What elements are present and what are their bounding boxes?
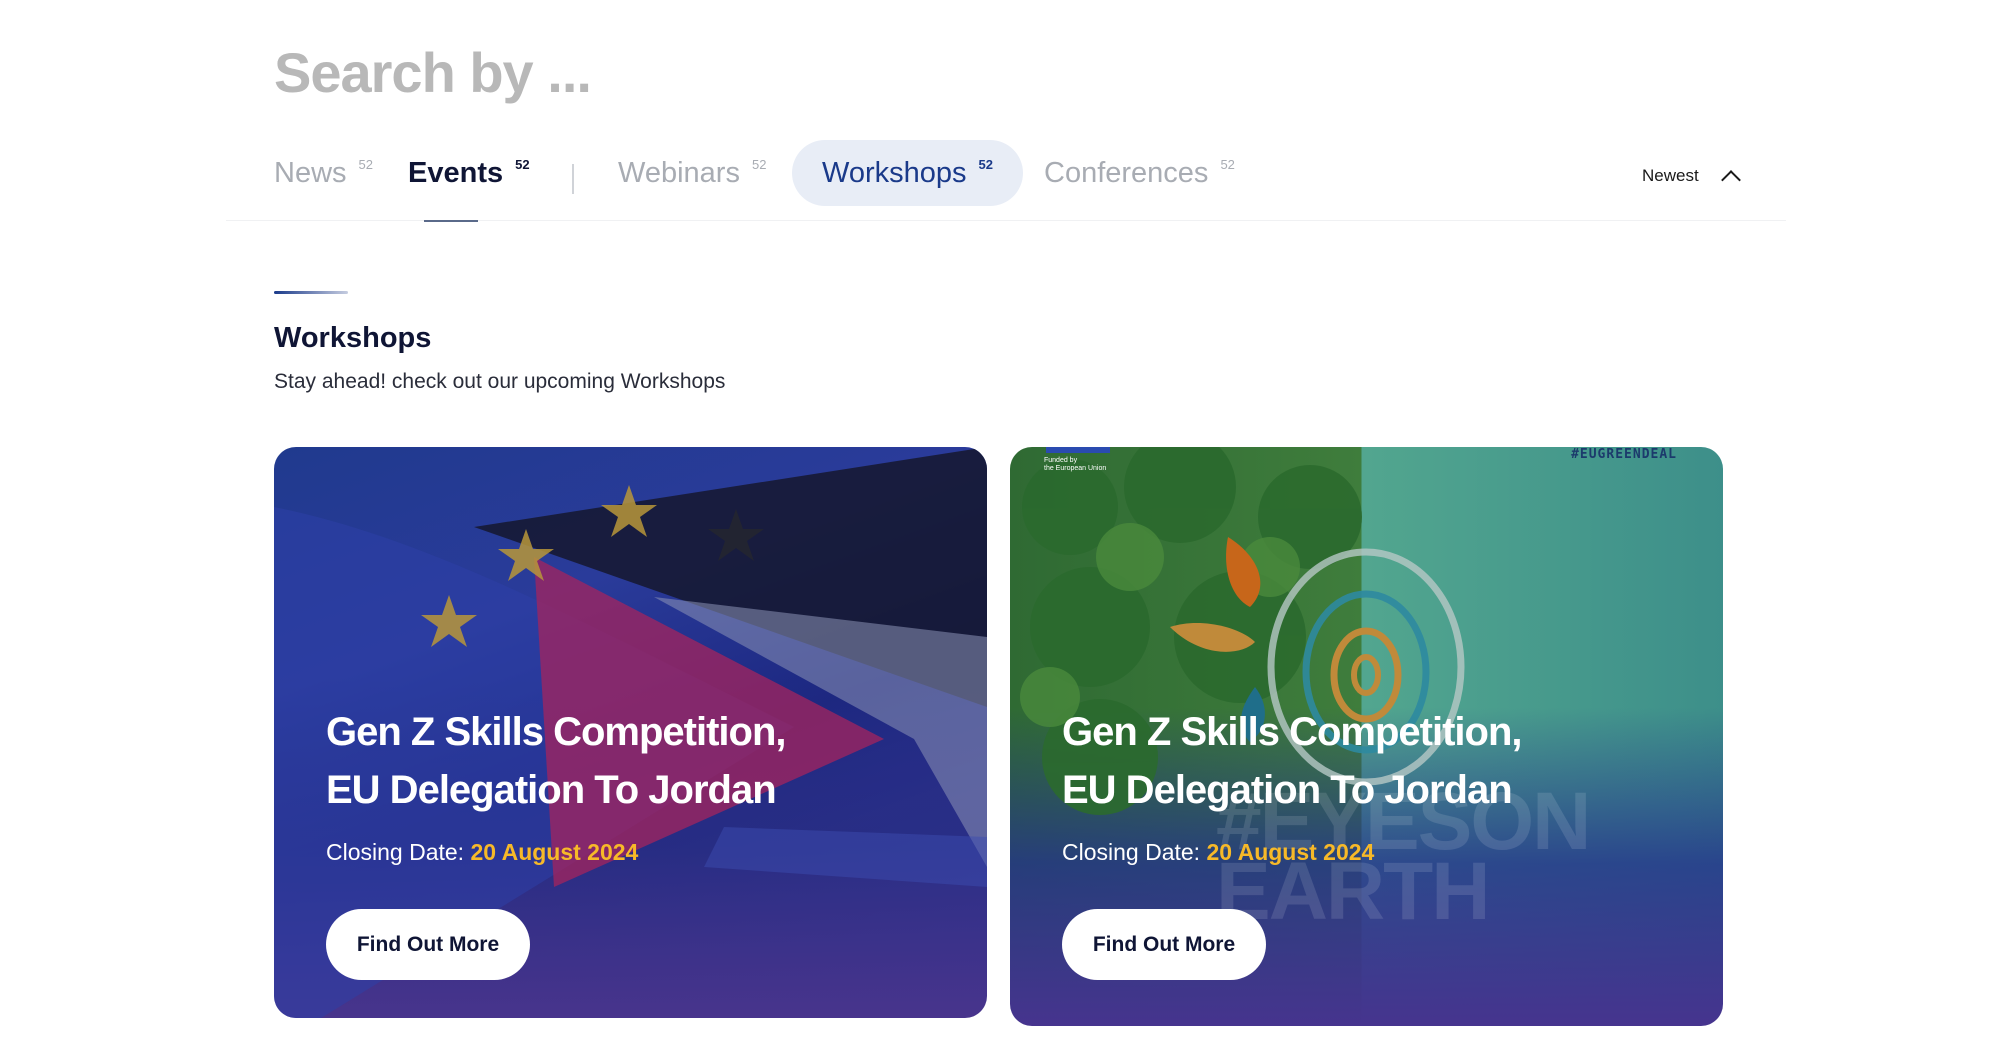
watermark-line: EARTH bbox=[1216, 846, 1490, 937]
tab-workshops[interactable]: Workshops 52 bbox=[792, 140, 1023, 206]
tab-label: Events bbox=[408, 156, 504, 189]
tab-count: 52 bbox=[1220, 156, 1235, 172]
card-title-line: EU Delegation To Jordan bbox=[1062, 768, 1513, 812]
event-card[interactable]: Funded by the European Union #EUGREENDEA… bbox=[1010, 447, 1723, 1026]
active-tab-indicator bbox=[424, 220, 478, 222]
find-out-more-button[interactable]: Find Out More bbox=[326, 909, 530, 980]
closing-date-label: Closing Date: bbox=[1062, 839, 1201, 865]
tab-count: 52 bbox=[358, 156, 373, 172]
tab-webinars[interactable]: Webinars 52 bbox=[618, 140, 766, 206]
eu-funded-label: Funded by the European Union bbox=[1044, 457, 1106, 473]
card-closing-date: Closing Date: 20 August 2024 bbox=[1062, 839, 1374, 866]
hashtag-label: #EUGREENDEAL bbox=[1571, 447, 1677, 462]
closing-date-label: Closing Date: bbox=[326, 839, 465, 865]
tab-label: Workshops bbox=[822, 156, 967, 189]
find-out-more-button[interactable]: Find Out More bbox=[1062, 909, 1266, 980]
sort-dropdown[interactable]: Newest bbox=[1642, 165, 1741, 187]
tab-label: Conferences bbox=[1044, 156, 1209, 189]
funded-line: Funded by bbox=[1044, 457, 1078, 464]
tab-label: News bbox=[274, 156, 347, 189]
funded-line: the European Union bbox=[1044, 465, 1107, 472]
card-title: Gen Z Skills Competition, EU Delegation … bbox=[1062, 703, 1622, 819]
tab-label: Webinars bbox=[618, 156, 740, 189]
chevron-up-icon bbox=[1719, 165, 1741, 187]
closing-date-value: 20 August 2024 bbox=[470, 839, 639, 865]
tab-events[interactable]: Events 52 bbox=[408, 140, 530, 206]
sort-label: Newest bbox=[1642, 166, 1699, 185]
tab-count: 52 bbox=[978, 156, 993, 172]
event-card[interactable]: Gen Z Skills Competition, EU Delegation … bbox=[274, 447, 987, 1018]
card-closing-date: Closing Date: 20 August 2024 bbox=[326, 839, 638, 866]
card-title-line: Gen Z Skills Competition, bbox=[1062, 710, 1523, 754]
card-title-line: Gen Z Skills Competition, bbox=[326, 710, 787, 754]
closing-date-value: 20 August 2024 bbox=[1206, 839, 1375, 865]
card-title-line: EU Delegation To Jordan bbox=[326, 768, 777, 812]
section-title: Workshops bbox=[274, 322, 432, 354]
section-accent-line bbox=[274, 291, 348, 294]
section-subtitle: Stay ahead! check out our upcoming Works… bbox=[274, 370, 726, 393]
tab-count: 52 bbox=[515, 156, 530, 172]
tab-count: 52 bbox=[751, 156, 767, 172]
card-title: Gen Z Skills Competition, EU Delegation … bbox=[326, 703, 886, 819]
tab-conferences[interactable]: Conferences 52 bbox=[1044, 140, 1235, 206]
tab-news[interactable]: News 52 bbox=[274, 140, 373, 206]
search-input[interactable] bbox=[274, 40, 1174, 105]
tab-separator bbox=[572, 164, 574, 194]
